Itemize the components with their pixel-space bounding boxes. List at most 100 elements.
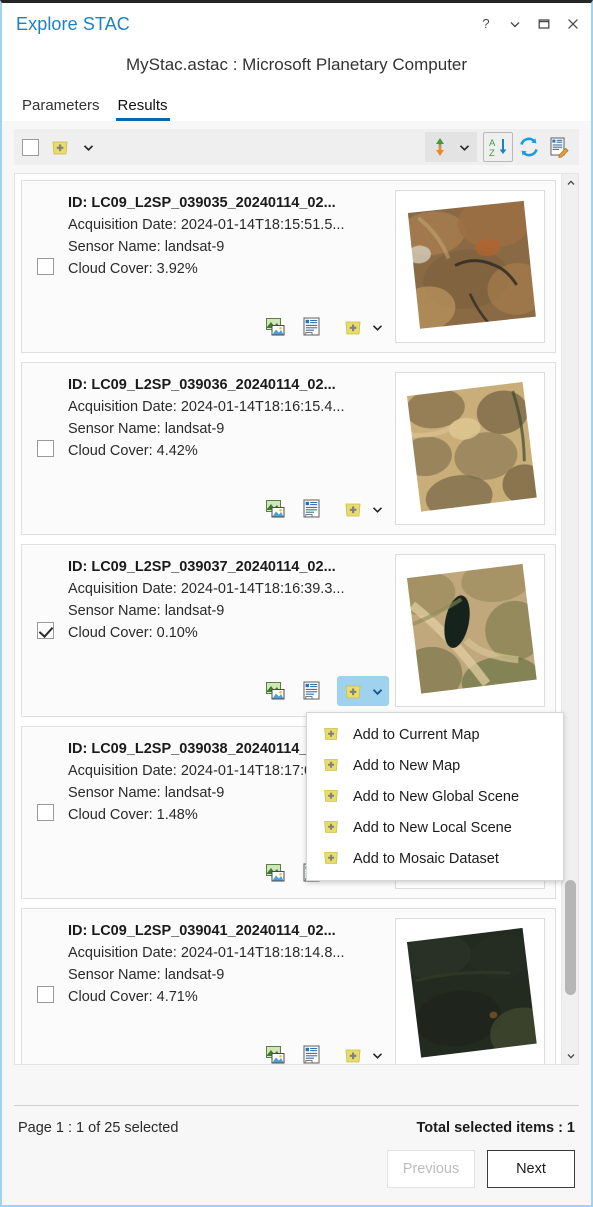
- item-sensor-name: Sensor Name: landsat-9: [68, 967, 225, 983]
- maximize-icon[interactable]: [536, 16, 552, 32]
- row-checkbox-cell: [22, 181, 68, 352]
- sort-direction-icon[interactable]: [431, 137, 449, 157]
- view-metadata-icon[interactable]: [301, 1044, 323, 1064]
- previous-button[interactable]: Previous: [387, 1150, 475, 1188]
- row-add-dropdown-chevron-icon[interactable]: [370, 684, 384, 698]
- item-sensor-name: Sensor Name: landsat-9: [68, 603, 225, 619]
- sort-direction-chevron-icon[interactable]: [457, 140, 471, 154]
- preview-image-icon[interactable]: [265, 862, 287, 884]
- table-row[interactable]: ID: LC09_L2SP_039037_20240114_02... Acqu…: [21, 544, 556, 717]
- thumbnail-cell: [395, 545, 555, 716]
- menu-item-add-to-mosaic-dataset[interactable]: Add to Mosaic Dataset: [307, 843, 563, 874]
- menu-item-add-to-new-map[interactable]: Add to New Map: [307, 750, 563, 781]
- stac-source-subtitle: MyStac.astac : Microsoft Planetary Compu…: [2, 45, 591, 79]
- add-to-map-icon[interactable]: [342, 498, 364, 520]
- scrollbar-thumb[interactable]: [565, 880, 576, 995]
- thumbnail-cell: [395, 363, 555, 534]
- add-to-map-context-menu[interactable]: Add to Current Map Add to New Map Add to…: [306, 712, 564, 881]
- item-thumbnail[interactable]: [395, 190, 545, 343]
- menu-item-label: Add to Mosaic Dataset: [353, 850, 499, 867]
- menu-item-label: Add to New Map: [353, 757, 461, 774]
- item-sensor-name: Sensor Name: landsat-9: [68, 421, 225, 437]
- menu-item-add-to-new-local-scene[interactable]: Add to New Local Scene: [307, 812, 563, 843]
- thumbnail-cell: [395, 181, 555, 352]
- row-checkbox[interactable]: [36, 804, 54, 821]
- row-add-dropdown-chevron-icon[interactable]: [370, 502, 384, 516]
- row-checkbox-cell: [22, 727, 68, 898]
- item-cloud-cover: Cloud Cover: 4.42%: [68, 443, 198, 459]
- item-sensor-name: Sensor Name: landsat-9: [68, 239, 225, 255]
- add-to-map-dropdown-chevron-icon[interactable]: [81, 140, 95, 154]
- row-details: ID: LC09_L2SP_039041_20240114_02... Acqu…: [68, 909, 395, 1064]
- tab-parameters[interactable]: Parameters: [20, 97, 102, 121]
- close-icon[interactable]: [565, 16, 581, 32]
- menu-item-add-to-current-map[interactable]: Add to Current Map: [307, 719, 563, 750]
- item-id: ID: LC09_L2SP_039035_20240114_02...: [68, 195, 336, 211]
- row-add-dropdown-chevron-icon[interactable]: [370, 320, 384, 334]
- item-cloud-cover: Cloud Cover: 4.71%: [68, 989, 198, 1005]
- item-thumbnail[interactable]: [395, 918, 545, 1064]
- row-checkbox[interactable]: [36, 258, 54, 275]
- row-add-to-map-group[interactable]: [337, 494, 389, 524]
- add-to-map-icon[interactable]: [49, 136, 71, 158]
- row-actions: [68, 676, 395, 716]
- row-add-dropdown-chevron-icon[interactable]: [370, 1048, 384, 1062]
- row-add-to-map-group[interactable]: [337, 1040, 389, 1064]
- item-acquisition-date: Acquisition Date: 2024-01-14T18:15:51.5.…: [68, 217, 345, 233]
- refresh-button[interactable]: [515, 133, 543, 161]
- table-row[interactable]: ID: LC09_L2SP_039036_20240114_02... Acqu…: [21, 362, 556, 535]
- sort-direction-control[interactable]: [425, 132, 477, 162]
- menu-item-label: Add to New Global Scene: [353, 788, 520, 805]
- results-footer: Page 1 : 1 of 25 selected Total selected…: [14, 1105, 579, 1205]
- preview-image-icon[interactable]: [265, 316, 287, 338]
- select-all-checkbox[interactable]: [22, 138, 39, 156]
- item-acquisition-date: Acquisition Date: 2024-01-14T18:16:39.3.…: [68, 581, 345, 597]
- add-to-map-icon: [321, 754, 341, 778]
- sort-az-button[interactable]: A Z: [483, 132, 513, 162]
- row-actions: [68, 1040, 395, 1064]
- window-controls: ?: [478, 3, 581, 45]
- scroll-down-arrow-icon[interactable]: [562, 1047, 578, 1064]
- add-to-map-icon[interactable]: [342, 680, 364, 702]
- tab-results[interactable]: Results: [115, 97, 170, 121]
- add-to-map-icon: [321, 816, 341, 840]
- view-metadata-icon[interactable]: [301, 316, 323, 338]
- item-cloud-cover: Cloud Cover: 0.10%: [68, 625, 198, 641]
- view-metadata-icon[interactable]: [301, 680, 323, 702]
- scroll-up-arrow-icon[interactable]: [562, 174, 578, 191]
- preview-image-icon[interactable]: [265, 680, 287, 702]
- help-icon[interactable]: ?: [478, 16, 494, 32]
- row-details: ID: LC09_L2SP_039037_20240114_02... Acqu…: [68, 545, 395, 716]
- row-add-to-map-group[interactable]: [337, 312, 389, 342]
- table-row[interactable]: ID: LC09_L2SP_039041_20240114_02... Acqu…: [21, 908, 556, 1064]
- add-to-map-icon[interactable]: [342, 316, 364, 338]
- edit-metadata-button[interactable]: [545, 133, 573, 161]
- add-to-map-icon[interactable]: [342, 1044, 364, 1064]
- results-list-inner: ID: LC09_L2SP_039035_20240114_02... Acqu…: [15, 174, 578, 1064]
- row-checkbox-cell: [22, 363, 68, 534]
- table-row[interactable]: ID: LC09_L2SP_039035_20240114_02... Acqu…: [21, 180, 556, 353]
- preview-image-icon[interactable]: [265, 1044, 287, 1064]
- item-thumbnail[interactable]: [395, 372, 545, 525]
- item-id: ID: LC09_L2SP_039037_20240114_02...: [68, 559, 336, 575]
- menu-item-add-to-new-global-scene[interactable]: Add to New Global Scene: [307, 781, 563, 812]
- results-list: ID: LC09_L2SP_039035_20240114_02... Acqu…: [14, 173, 579, 1065]
- results-scrollbar[interactable]: [561, 174, 578, 1064]
- item-id: ID: LC09_L2SP_039036_20240114_02...: [68, 377, 336, 393]
- row-add-to-map-group[interactable]: [337, 676, 389, 706]
- svg-text:?: ?: [482, 17, 489, 31]
- item-thumbnail[interactable]: [395, 554, 545, 707]
- results-body: A Z ID: LC09_L2SP_039035_20240114_02... …: [2, 121, 591, 1065]
- chevron-down-icon[interactable]: [507, 16, 523, 32]
- next-button[interactable]: Next: [487, 1150, 575, 1188]
- menu-item-label: Add to Current Map: [353, 726, 480, 743]
- item-acquisition-date: Acquisition Date: 2024-01-14T18:18:14.8.…: [68, 945, 345, 961]
- preview-image-icon[interactable]: [265, 498, 287, 520]
- view-metadata-icon[interactable]: [301, 498, 323, 520]
- row-checkbox[interactable]: [36, 986, 54, 1003]
- row-checkbox[interactable]: [36, 622, 54, 639]
- row-checkbox[interactable]: [36, 440, 54, 457]
- window-title: Explore STAC: [16, 13, 130, 34]
- total-selected-items: Total selected items : 1: [416, 1120, 575, 1136]
- add-to-map-icon: [321, 723, 341, 747]
